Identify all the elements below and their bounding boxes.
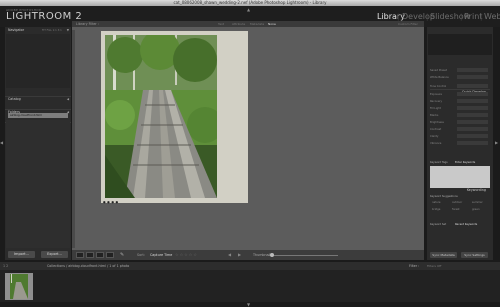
keyword-suggestion[interactable]: green bbox=[472, 208, 480, 211]
qd-control[interactable] bbox=[457, 75, 488, 79]
keyword-suggestion[interactable]: summer bbox=[472, 201, 483, 204]
qd-row[interactable]: Exposure bbox=[430, 92, 490, 97]
collapse-triangle-icon[interactable]: ▼ bbox=[67, 28, 69, 33]
keyword-suggestion[interactable]: bridge bbox=[432, 208, 440, 211]
qd-control[interactable] bbox=[457, 134, 488, 138]
qd-control[interactable] bbox=[457, 127, 488, 131]
qd-row-label: Contrast bbox=[430, 128, 442, 131]
qd-control[interactable] bbox=[457, 141, 488, 145]
module-web[interactable]: Web bbox=[484, 12, 500, 21]
keyword-set-label: Keyword Set bbox=[430, 223, 447, 226]
filmstrip-thumbnail[interactable] bbox=[10, 274, 28, 299]
module-separator: | bbox=[397, 13, 400, 21]
qd-control[interactable] bbox=[457, 120, 488, 124]
catalog-header[interactable]: Catalog ◀ bbox=[5, 96, 71, 102]
keyword-tags-label: Keyword Tags bbox=[430, 161, 448, 164]
keyword-suggestion[interactable]: nature bbox=[432, 201, 441, 204]
filmstrip-toggle-icon[interactable]: ▼ bbox=[247, 302, 250, 307]
thumbnail-slider-knob[interactable] bbox=[270, 253, 274, 257]
qd-row-label: Saved Preset bbox=[430, 69, 447, 72]
filmstrip-filter-dropdown[interactable]: Filters Off bbox=[427, 262, 441, 270]
qd-row-label: Exposure bbox=[430, 93, 443, 96]
histogram-display bbox=[428, 34, 492, 55]
left-panel-empty-area bbox=[6, 120, 70, 248]
navigator-zoom-options[interactable]: FIT FILL 1:1 3:1 bbox=[42, 28, 62, 33]
photo-thumbnail[interactable] bbox=[105, 35, 217, 198]
qd-control[interactable] bbox=[457, 68, 488, 72]
identity-plate-logo: LIGHTROOM 2 bbox=[6, 11, 83, 22]
qd-row-label: Fill Light bbox=[430, 107, 441, 110]
qd-row[interactable]: Clarity bbox=[430, 134, 490, 139]
filmstrip-source-path[interactable]: Collections / airblog.cloudfront.html / … bbox=[47, 262, 129, 270]
module-separator: | bbox=[426, 13, 429, 21]
keyword-set-dropdown[interactable]: Recent Keywords bbox=[455, 222, 477, 227]
catalog-title: Catalog bbox=[8, 97, 21, 101]
keyword-suggestion[interactable]: forest bbox=[452, 208, 459, 211]
expand-triangle-icon[interactable]: ◀ bbox=[67, 97, 69, 102]
sync-metadata-button[interactable]: Sync Metadata bbox=[430, 252, 457, 258]
module-separator: | bbox=[480, 13, 483, 21]
keywording-title: Keywording bbox=[466, 188, 486, 192]
import-button[interactable]: Import... bbox=[8, 251, 35, 258]
qd-row[interactable]: Saved Preset bbox=[430, 68, 490, 73]
qd-row[interactable]: Brightness bbox=[430, 120, 490, 125]
sync-settings-button[interactable]: Sync Settings bbox=[461, 252, 488, 258]
qd-control[interactable] bbox=[457, 99, 488, 103]
qd-row[interactable]: Vibrance bbox=[430, 141, 490, 146]
qd-control[interactable] bbox=[457, 84, 488, 88]
navigator-title: Navigator bbox=[8, 28, 25, 32]
module-library[interactable]: Library bbox=[377, 12, 405, 21]
qd-row[interactable]: Contrast bbox=[430, 127, 490, 132]
library-toolbar bbox=[72, 250, 424, 260]
qd-row-label: Vibrance bbox=[430, 142, 442, 145]
collection-item-label: airblog.cloudfront.html bbox=[10, 113, 43, 117]
qd-row-label: Recovery bbox=[430, 100, 443, 103]
sort-label: Sort: bbox=[137, 253, 145, 257]
secondary-window-buttons[interactable]: 1 2 bbox=[3, 262, 8, 270]
top-panel-toggle-icon[interactable]: ▲ bbox=[247, 7, 250, 12]
filmstrip-filter-label: Filter : bbox=[409, 264, 420, 268]
keyword-suggestions-label: Keyword Suggestions bbox=[430, 195, 458, 198]
thumbnail-size-slider[interactable] bbox=[268, 255, 338, 256]
qd-row[interactable]: Tone Control bbox=[430, 84, 490, 89]
grid-scrollbar[interactable] bbox=[72, 30, 75, 248]
loupe-view-icon[interactable] bbox=[86, 252, 94, 258]
navigator-preview[interactable] bbox=[6, 34, 70, 88]
qd-row[interactable]: White Balance bbox=[430, 75, 490, 80]
compare-view-icon[interactable] bbox=[96, 252, 104, 258]
qd-row-label: Brightness bbox=[430, 121, 444, 124]
qd-control[interactable] bbox=[457, 113, 488, 117]
qd-control[interactable] bbox=[457, 106, 488, 110]
sort-dropdown[interactable]: Capture Time bbox=[150, 251, 172, 259]
rotate-right-icon[interactable]: ▶ bbox=[238, 251, 241, 259]
grid-view-icon[interactable] bbox=[76, 252, 84, 258]
qd-row-label: Blacks bbox=[430, 114, 439, 117]
qd-row-label: Tone Control bbox=[430, 85, 447, 88]
qd-row-label: White Balance bbox=[430, 76, 449, 79]
qd-row-label: Clarity bbox=[430, 135, 439, 138]
left-panel-toggle-icon[interactable]: ◀ bbox=[0, 140, 3, 145]
qd-control[interactable] bbox=[457, 92, 488, 96]
qd-row[interactable]: Recovery bbox=[430, 99, 490, 104]
qd-row[interactable]: Fill Light bbox=[430, 106, 490, 111]
bridge-thumbnail-image bbox=[10, 274, 28, 299]
painter-icon[interactable]: ✎ bbox=[120, 251, 124, 259]
keyword-suggestion[interactable]: outdoor bbox=[452, 201, 462, 204]
qd-row[interactable]: Blacks bbox=[430, 113, 490, 118]
export-button[interactable]: Export... bbox=[41, 251, 68, 258]
collection-item[interactable]: airblog.cloudfront.html bbox=[8, 113, 68, 118]
keyword-tags-dropdown[interactable]: Enter Keywords bbox=[455, 160, 475, 165]
right-panel-toggle-icon[interactable]: ▶ bbox=[495, 140, 498, 145]
rating-stars[interactable]: ☆☆☆☆☆ bbox=[175, 251, 198, 259]
module-separator: | bbox=[460, 13, 463, 21]
bridge-photo-image bbox=[105, 35, 217, 198]
keyword-entry-field[interactable] bbox=[430, 166, 490, 188]
cell-badge-icons: ● ● ● ● bbox=[103, 200, 119, 204]
survey-view-icon[interactable] bbox=[106, 252, 114, 258]
filmstrip bbox=[0, 270, 500, 302]
rotate-left-icon[interactable]: ◀ bbox=[228, 251, 231, 259]
